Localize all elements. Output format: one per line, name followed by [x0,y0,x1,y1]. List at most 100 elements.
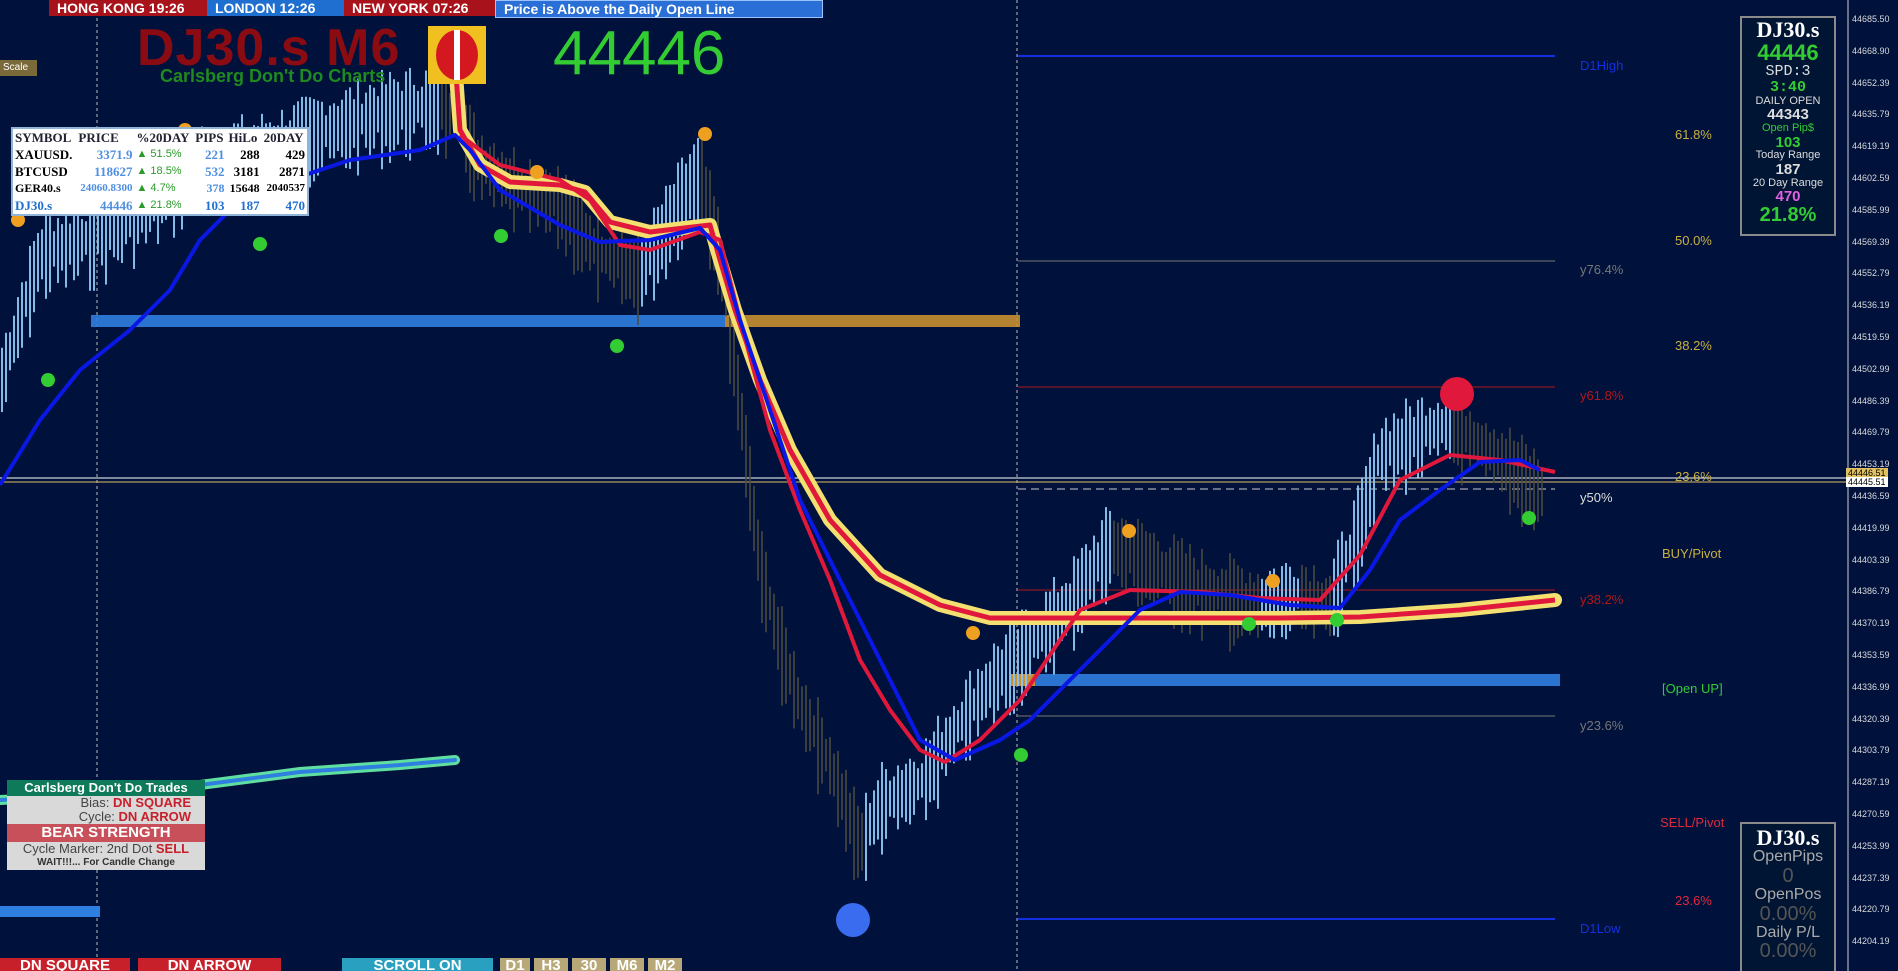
col-header: 20DAY [263,130,304,145]
scroll-on-button[interactable]: SCROLL ON [342,958,493,971]
price-axis-label: 44287.19 [1852,777,1890,788]
chart-subtitle: Carlsberg Don't Do Charts [160,66,386,86]
price-axis-label: 44685.50 [1852,14,1890,24]
price-axis-label: 44353.59 [1852,650,1890,660]
signal-dot-green [610,339,624,353]
info-price: 44446 [1757,40,1819,66]
cell-hilo: 3181 [233,164,260,179]
cycle-high-marker [1440,377,1474,411]
table-row[interactable]: XAUUSD. 3371.9 ▲ 51.5% 221 288 429 [13,146,307,163]
price-axis-label: 44519.59 [1852,332,1890,342]
label-23-6: 23.6% [1675,469,1712,484]
signal-dot-green [494,229,508,243]
signal-dot-orange [1122,524,1136,538]
price-axis-label: 44635.79 [1852,109,1890,120]
dn-arrow-button[interactable]: DN ARROW [138,958,281,971]
signal-dot-green [1242,617,1256,631]
label-y50: y50% [1580,490,1613,505]
price-axis-label: 44502.99 [1852,363,1890,374]
tf-m6-button[interactable]: M6 [610,958,644,971]
open-pos-value: 0.00% [1759,902,1817,925]
ma-blue [0,133,1541,762]
price-axis-label: 44303.79 [1852,745,1890,756]
cycle-low-marker [836,903,870,937]
price-axis-label: 44469.79 [1852,427,1890,438]
marker-label: Cycle Marker: 2nd Dot [22,841,153,856]
cell-pct: ▲ 4.7% [136,182,176,194]
cell-pips: 532 [204,164,225,179]
cell-pct: ▲ 18.5% [136,165,182,177]
cycle-value: DN ARROW [118,809,191,824]
label-50-0: 50.0% [1675,233,1712,248]
table-row[interactable]: GER40.s 24060.8300 ▲ 4.7% 378 15648 2040… [13,180,307,197]
symbol-table-header: SYMBOL PRICE %20DAY PIPS HiLo 20DAY [13,129,307,146]
dn-square-button[interactable]: DN SQUARE [0,958,130,971]
bias-label: Bias: [80,795,110,810]
open-pos-label: OpenPos [1754,885,1822,903]
price-axis-label: 44237.39 [1852,872,1890,883]
label-d1low: D1Low [1580,921,1621,936]
price-axis-label: 44536.19 [1852,300,1890,311]
cell-price: 118627 [94,164,133,179]
label-y38: y38.2% [1580,592,1624,607]
signal-dot-orange [698,127,712,141]
col-header: PRICE [78,130,119,145]
price-axis-label: 44204.19 [1852,936,1890,947]
info-pct: 21.8% [1759,203,1817,226]
daily-pl-label: Daily P/L [1755,923,1821,941]
tf-d1-button[interactable]: D1 [500,958,530,971]
cell-pips: 103 [204,198,225,213]
cell-price: 24060.8300 [80,182,133,194]
tf-m2-button[interactable]: M2 [648,958,682,971]
signal-dot-green [1330,613,1344,627]
col-header: HiLo [228,130,258,145]
price-axis-label: 44486.39 [1852,395,1890,406]
price-axis-label: 44403.39 [1852,554,1890,565]
cell-pct: ▲ 51.5% [136,148,182,160]
price-axis-label: 44602.59 [1852,173,1890,183]
open-pips-label: OpenPips [1752,848,1824,866]
daily-open-status: Price is Above the Daily Open Line [495,0,823,18]
open-pips-value: 0 [1782,864,1794,887]
info-daily-open: 44343 [1767,106,1809,124]
trade-box-title: Carlsberg Don't Do Trades [7,780,205,796]
cell-symbol: BTCUSD [15,164,68,179]
cell-symbol: GER40.s [15,181,61,195]
trade-signal-box: Carlsberg Don't Do Trades Bias: DN SQUAR… [7,780,205,880]
col-header: PIPS [195,130,224,145]
label-d1high: D1High [1580,58,1624,73]
wait-message: WAIT!!!... For Candle Change [7,856,205,870]
cell-pips: 378 [206,181,225,195]
bias-value: DN SQUARE [112,795,191,810]
price-axis-label: 44619.19 [1852,141,1890,152]
table-row[interactable]: BTCUSD 118627 ▲ 18.5% 532 3181 2871 [13,163,307,180]
table-row[interactable]: DJ30.s 44446 ▲ 21.8% 103 187 470 [13,197,307,214]
signal-dot-green [1014,748,1028,762]
info-open-pips-label: Open Pip$ [1762,121,1814,134]
info-today-range: 187 [1775,160,1801,178]
col-header: %20DAY [136,130,190,145]
marker-row: Cycle Marker: 2nd Dot SELL [7,842,205,856]
label-buy-pivot: BUY/Pivot [1662,546,1722,561]
tf-30-button[interactable]: 30 [572,958,606,971]
marker-value: SELL [155,841,190,856]
cell-price: 3371.9 [96,147,133,162]
cell-hilo: 288 [240,147,260,162]
label-open-up: [Open UP] [1662,681,1723,696]
cell-symbol: DJ30.s [15,198,53,213]
price-axis-label: 44336.99 [1852,681,1890,692]
info-timer: 3:40 [1769,78,1806,96]
cycle-row: Cycle: DN ARROW [7,810,205,824]
clock-new-york: NEW YORK 07:26 [344,0,500,16]
cell-hilo: 187 [240,198,260,213]
label-y61: y61.8% [1580,388,1624,403]
tf-h3-button[interactable]: H3 [534,958,568,971]
price-axis-label: 44585.99 [1852,204,1890,215]
scale-button[interactable]: Scale [0,60,37,76]
cell-symbol: XAUUSD. [15,147,73,162]
price-axis-label: 44436.59 [1852,491,1890,501]
cell-pct: ▲ 21.8% [136,199,182,211]
cell-pips: 221 [204,147,225,162]
signal-dot-green [41,373,55,387]
price-axis-label: 44220.79 [1852,904,1890,915]
